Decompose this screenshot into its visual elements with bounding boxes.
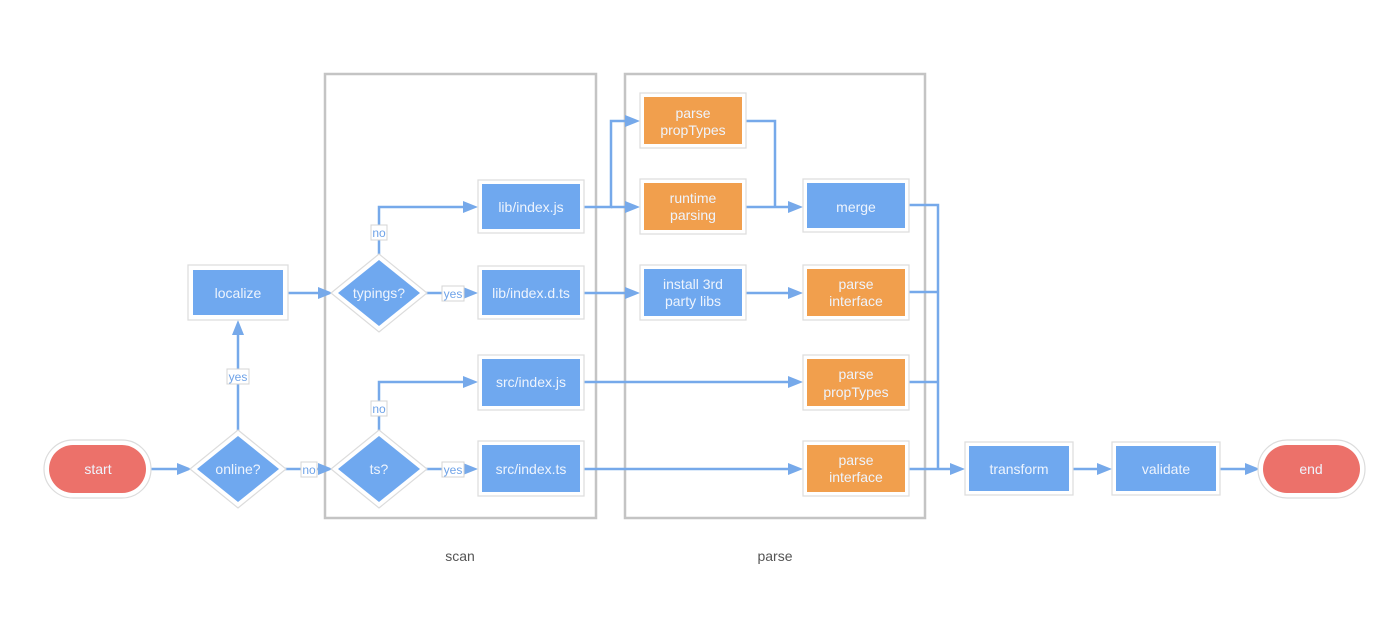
arrowhead xyxy=(232,320,244,335)
node-online-decision[interactable]: online? xyxy=(189,429,287,509)
arrowhead xyxy=(788,201,803,213)
node-ts-decision[interactable]: ts? xyxy=(330,429,428,509)
node-label: start xyxy=(84,461,111,477)
edge-libjs-proptypes xyxy=(584,119,626,209)
node-transform[interactable]: transform xyxy=(964,441,1074,496)
node-label-line1: parse xyxy=(838,452,873,468)
arrowhead xyxy=(463,201,478,213)
arrowhead xyxy=(625,201,640,213)
edge-label-ts-no: no xyxy=(370,400,388,417)
svg-text:no: no xyxy=(302,463,316,477)
node-label-line1: runtime xyxy=(670,190,717,206)
arrowhead xyxy=(950,463,965,475)
cluster-parse-label: parse xyxy=(757,548,792,564)
svg-text:yes: yes xyxy=(444,463,463,477)
arrowhead xyxy=(788,287,803,299)
nodes: start online? localize typings? ts? lib/… xyxy=(43,92,1366,509)
edge-label-typings-no: no xyxy=(370,224,388,241)
node-label: online? xyxy=(215,461,260,477)
node-install-3rd-party-libs[interactable]: install 3rd party libs xyxy=(639,264,747,321)
node-start[interactable]: start xyxy=(43,439,152,499)
node-label-line2: party libs xyxy=(665,293,721,309)
node-label-line2: propTypes xyxy=(823,384,888,400)
node-label: ts? xyxy=(370,461,389,477)
edge-proptypes-merge xyxy=(746,119,777,207)
node-parse-interface-1[interactable]: parse interface xyxy=(802,264,910,321)
node-end[interactable]: end xyxy=(1257,439,1366,499)
node-label: typings? xyxy=(353,285,405,301)
edge-label-online-yes: yes xyxy=(226,368,250,385)
node-lib-index-dts[interactable]: lib/index.d.ts xyxy=(477,265,585,320)
node-label-line2: propTypes xyxy=(660,122,725,138)
arrowhead xyxy=(625,115,640,127)
arrowhead xyxy=(463,376,478,388)
node-parse-interface-2[interactable]: parse interface xyxy=(802,440,910,497)
edge-ts-srcjs xyxy=(377,380,464,432)
node-label: transform xyxy=(989,461,1048,477)
node-label: localize xyxy=(215,285,262,301)
edge-label-typings-yes: yes xyxy=(441,285,465,302)
node-label: src/index.js xyxy=(496,374,566,390)
flowchart-canvas: scan parse yes no no yes no yes start on… xyxy=(43,72,1366,564)
arrowhead xyxy=(1097,463,1112,475)
node-label-line1: parse xyxy=(675,105,710,121)
node-label-line2: interface xyxy=(829,469,883,485)
cluster-scan-label: scan xyxy=(445,548,475,564)
node-lib-index-js[interactable]: lib/index.js xyxy=(477,179,585,234)
node-label: src/index.ts xyxy=(496,461,567,477)
node-label: merge xyxy=(836,199,876,215)
edge-typings-libjs xyxy=(377,205,464,256)
arrowhead xyxy=(463,287,478,299)
svg-text:no: no xyxy=(372,402,386,416)
node-label-line1: parse xyxy=(838,276,873,292)
arrowhead xyxy=(788,463,803,475)
svg-text:yes: yes xyxy=(444,287,463,301)
node-src-index-ts[interactable]: src/index.ts xyxy=(477,440,585,497)
arrowhead xyxy=(625,287,640,299)
node-src-index-js[interactable]: src/index.js xyxy=(477,354,585,411)
node-validate[interactable]: validate xyxy=(1111,441,1221,496)
svg-text:no: no xyxy=(372,226,386,240)
edge-labels: yes no no yes no yes xyxy=(226,224,465,478)
node-typings-decision[interactable]: typings? xyxy=(330,253,428,333)
node-label-line1: parse xyxy=(838,366,873,382)
node-label-line2: parsing xyxy=(670,207,716,223)
arrowhead xyxy=(788,376,803,388)
edge-label-online-no: no xyxy=(300,461,318,478)
node-label-line1: install 3rd xyxy=(663,276,723,292)
svg-text:yes: yes xyxy=(229,370,248,384)
node-parse-proptypes-1[interactable]: parse propTypes xyxy=(639,92,747,149)
arrowhead xyxy=(463,463,478,475)
node-label: validate xyxy=(1142,461,1190,477)
node-localize[interactable]: localize xyxy=(187,264,289,321)
edge-merge-transform xyxy=(909,203,940,469)
node-label: end xyxy=(1299,461,1322,477)
edge-label-ts-yes: yes xyxy=(441,461,465,478)
node-merge[interactable]: merge xyxy=(802,178,910,233)
node-runtime-parsing[interactable]: runtime parsing xyxy=(639,178,747,235)
node-label: lib/index.d.ts xyxy=(492,285,570,301)
node-label-line2: interface xyxy=(829,293,883,309)
node-label: lib/index.js xyxy=(498,199,563,215)
node-parse-proptypes-2[interactable]: parse propTypes xyxy=(802,354,910,411)
